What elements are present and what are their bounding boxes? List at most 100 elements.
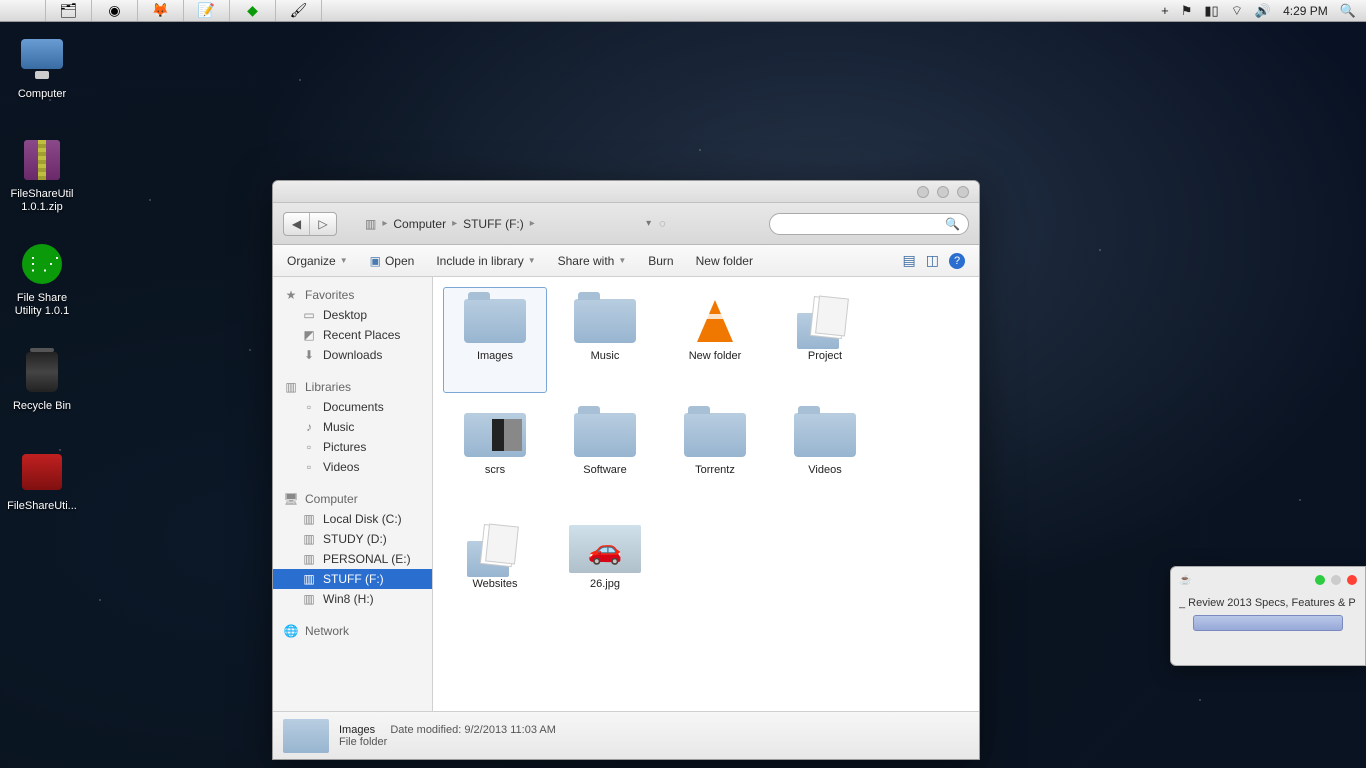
folder-docs-icon — [467, 521, 523, 577]
add-icon[interactable]: + — [1161, 3, 1169, 18]
content-area[interactable]: Images Music New folder Project scrs Sof… — [433, 277, 979, 711]
desktop-icon: ▭ — [301, 307, 317, 323]
java-popup-window[interactable]: ☕ _ Review 2013 Specs, Features & P — [1170, 566, 1366, 666]
spotlight-icon[interactable]: 🔍 — [1340, 3, 1356, 19]
folder-icon — [794, 413, 856, 457]
sidebar-item-recent[interactable]: ◩Recent Places — [273, 325, 432, 345]
desktop-icon-fileshare[interactable]: FileShareUti... — [2, 448, 82, 513]
breadcrumb-current[interactable]: STUFF (F:) — [463, 217, 524, 231]
sidebar-item-pictures[interactable]: ▫Pictures — [273, 437, 432, 457]
sidebar-item-personal[interactable]: ▥PERSONAL (E:) — [273, 549, 432, 569]
desktop-icon-label: FileShareUtil 1.0.1.zip — [2, 188, 82, 214]
chevron-right-icon: ▸ — [530, 218, 535, 229]
share-menu[interactable]: Share with▼ — [558, 254, 627, 268]
back-button[interactable]: ◀ — [284, 213, 310, 235]
desktop-icon-label: Recycle Bin — [2, 400, 82, 413]
include-library-menu[interactable]: Include in library▼ — [436, 254, 535, 268]
menubar-notes-icon[interactable]: 📝 — [184, 0, 230, 21]
sidebar-group-libraries[interactable]: ▥Libraries — [273, 377, 432, 397]
menubar-share-icon[interactable]: ◆ — [230, 0, 276, 21]
share-icon — [22, 244, 62, 284]
dropdown-icon[interactable]: ▾ — [646, 218, 651, 229]
folder-preview-icon — [464, 413, 526, 457]
search-input[interactable]: 🔍 — [769, 213, 969, 235]
desktop-icon-label: File Share Utility 1.0.1 — [2, 292, 82, 318]
folder-images[interactable]: Images — [443, 287, 547, 393]
desktop-icon-share-utility[interactable]: File Share Utility 1.0.1 — [2, 240, 82, 318]
menubar-chrome-icon[interactable]: ◉ — [92, 0, 138, 21]
zoom-button[interactable] — [937, 186, 949, 198]
flag-icon[interactable]: ⚑ — [1181, 3, 1193, 19]
sidebar-item-win8[interactable]: ▥Win8 (H:) — [273, 589, 432, 609]
music-icon: ♪ — [301, 419, 317, 435]
menubar-firefox-icon[interactable]: 🦊 — [138, 0, 184, 21]
wifi-icon[interactable]: ⌔ — [1231, 3, 1243, 19]
folder-websites[interactable]: Websites — [443, 515, 547, 621]
window-titlebar[interactable] — [273, 181, 979, 203]
view-mode-icon[interactable]: ▤ — [903, 252, 916, 269]
star-icon: ★ — [283, 287, 299, 303]
folder-new-folder[interactable]: New folder — [663, 287, 767, 393]
minimize-button[interactable] — [917, 186, 929, 198]
sidebar-item-stuff[interactable]: ▥STUFF (F:) — [273, 569, 432, 589]
folder-music[interactable]: Music — [553, 287, 657, 393]
sidebar-item-music[interactable]: ♪Music — [273, 417, 432, 437]
sidebar-item-local-disk[interactable]: ▥Local Disk (C:) — [273, 509, 432, 529]
status-item-name: Images — [339, 724, 375, 736]
file-26-jpg[interactable]: 🚗26.jpg — [553, 515, 657, 621]
popup-min-button[interactable] — [1315, 575, 1325, 585]
battery-icon[interactable]: ▮▯ — [1204, 3, 1218, 19]
finder-window: ◀ ▷ ▥ ▸ Computer ▸ STUFF (F:) ▸ ▾ ◌ 🔍 Or… — [272, 180, 980, 760]
refresh-icon[interactable]: ◌ — [659, 218, 666, 230]
desktop-icon-archive[interactable]: FileShareUtil 1.0.1.zip — [2, 136, 82, 214]
sidebar-item-videos[interactable]: ▫Videos — [273, 457, 432, 477]
desktop-icon-computer[interactable]: Computer — [2, 36, 82, 101]
video-icon: ▫ — [301, 459, 317, 475]
folder-videos[interactable]: Videos — [773, 401, 877, 507]
popup-titlebar[interactable]: ☕ — [1179, 571, 1357, 589]
chevron-right-icon: ▸ — [382, 218, 387, 229]
search-icon: 🔍 — [945, 217, 960, 231]
drive-icon: ▥ — [301, 531, 317, 547]
sidebar-group-favorites[interactable]: ★Favorites — [273, 285, 432, 305]
apple-menu-icon[interactable] — [0, 0, 46, 21]
sidebar-item-desktop[interactable]: ▭Desktop — [273, 305, 432, 325]
trash-icon — [26, 352, 58, 392]
sidebar-group-computer[interactable]: 🖥Computer — [273, 489, 432, 509]
folder-software[interactable]: Software — [553, 401, 657, 507]
folder-project[interactable]: Project — [773, 287, 877, 393]
document-icon: ▫ — [301, 399, 317, 415]
sidebar-item-documents[interactable]: ▫Documents — [273, 397, 432, 417]
sidebar-item-downloads[interactable]: ⬇Downloads — [273, 345, 432, 365]
forward-button[interactable]: ▷ — [310, 213, 336, 235]
status-modified-label: Date modified: — [390, 724, 461, 736]
sidebar-group-network[interactable]: 🌐Network — [273, 621, 432, 641]
sidebar-item-study[interactable]: ▥STUDY (D:) — [273, 529, 432, 549]
open-button[interactable]: ▣Open — [370, 254, 415, 268]
monitor-icon — [21, 39, 63, 69]
java-icon: ☕ — [1179, 575, 1191, 586]
menubar-app-icon[interactable]: 🗂 — [46, 0, 92, 21]
menubar-brush-icon[interactable]: 🖌 — [276, 0, 322, 21]
popup-close-button[interactable] — [1347, 575, 1357, 585]
breadcrumb-root[interactable]: Computer — [393, 217, 446, 231]
network-icon: 🌐 — [283, 623, 299, 639]
close-button[interactable] — [957, 186, 969, 198]
folder-torrentz[interactable]: Torrentz — [663, 401, 767, 507]
new-folder-button[interactable]: New folder — [696, 254, 753, 268]
drive-icon: ▥ — [301, 511, 317, 527]
help-icon[interactable]: ? — [949, 253, 965, 269]
popup-zoom-button[interactable] — [1331, 575, 1341, 585]
sidebar: ★Favorites ▭Desktop ◩Recent Places ⬇Down… — [273, 277, 433, 711]
folder-icon — [684, 413, 746, 457]
desktop-icon-label: FileShareUti... — [2, 500, 82, 513]
desktop-icon-recycle-bin[interactable]: Recycle Bin — [2, 348, 82, 413]
burn-button[interactable]: Burn — [648, 254, 673, 268]
volume-icon[interactable]: 🔊 — [1255, 3, 1271, 19]
drive-icon: ▥ — [301, 551, 317, 567]
folder-scrs[interactable]: scrs — [443, 401, 547, 507]
preview-pane-icon[interactable]: ◫ — [926, 252, 939, 269]
recent-icon: ◩ — [301, 327, 317, 343]
clock[interactable]: 4:29 PM — [1283, 4, 1328, 18]
organize-menu[interactable]: Organize▼ — [287, 254, 348, 268]
